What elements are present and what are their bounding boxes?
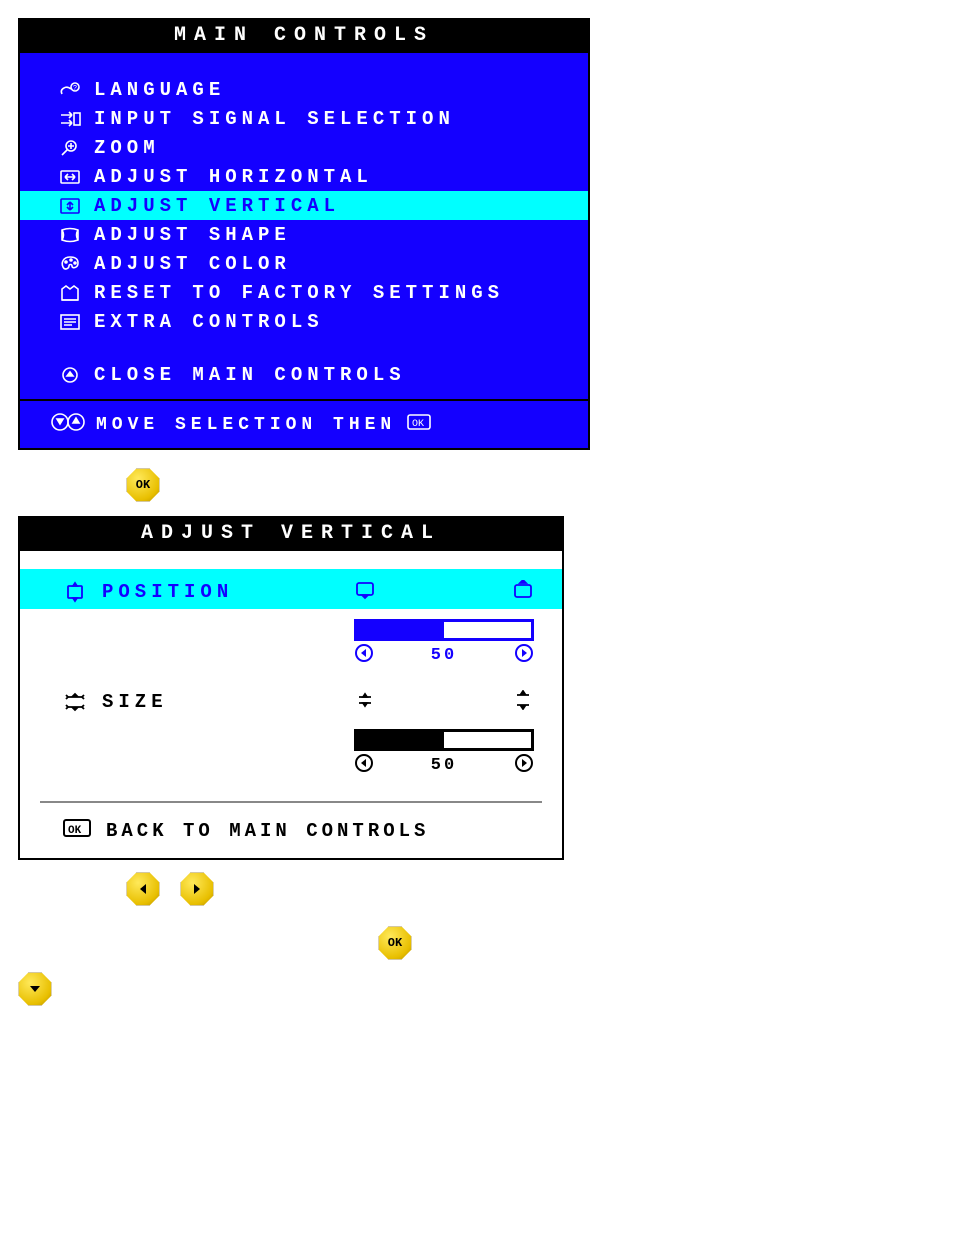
- size-icon: [62, 691, 102, 713]
- adjust-vertical-footer[interactable]: OK BACK TO MAIN CONTROLS: [20, 803, 562, 858]
- menu-item-adjust-vertical[interactable]: ADJUST VERTICAL: [20, 191, 588, 220]
- ok-button-label: OK: [136, 478, 150, 492]
- down-button[interactable]: [18, 972, 52, 1006]
- position-icon: [62, 581, 102, 603]
- extra-controls-icon: [58, 312, 94, 332]
- menu-item-reset-factory[interactable]: RESET TO FACTORY SETTINGS: [20, 278, 588, 307]
- position-down-icon: [354, 580, 376, 605]
- menu-label: ADJUST COLOR: [94, 253, 291, 275]
- right-button[interactable]: [180, 872, 214, 906]
- adjust-position-row[interactable]: POSITION: [20, 569, 562, 609]
- size-value: 50: [431, 756, 457, 775]
- menu-label: CLOSE MAIN CONTROLS: [94, 364, 406, 386]
- svg-text:?: ?: [73, 85, 77, 92]
- input-signal-icon: [58, 109, 94, 129]
- size-large-icon: [512, 690, 534, 715]
- ok-box-icon: OK: [62, 817, 92, 844]
- right-arrow-icon[interactable]: [514, 643, 534, 668]
- menu-item-zoom[interactable]: ZOOM: [20, 133, 588, 162]
- menu-item-close-main-controls[interactable]: CLOSE MAIN CONTROLS: [20, 360, 588, 389]
- main-controls-panel: MAIN CONTROLS ? LANGUAGE INPUT SIGNAL SE…: [18, 18, 590, 450]
- adjust-vertical-title: ADJUST VERTICAL: [20, 518, 562, 551]
- size-small-icon: [354, 690, 376, 715]
- ok-button-label: OK: [388, 936, 402, 950]
- close-icon: [58, 365, 94, 385]
- ok-button[interactable]: OK: [378, 926, 412, 960]
- svg-text:OK: OK: [68, 825, 82, 837]
- menu-label: RESET TO FACTORY SETTINGS: [94, 282, 504, 304]
- menu-label: ADJUST SHAPE: [94, 224, 291, 246]
- adjust-color-icon: [58, 254, 94, 274]
- left-arrow-icon[interactable]: [354, 643, 374, 668]
- menu-label: INPUT SIGNAL SELECTION: [94, 108, 455, 130]
- menu-item-adjust-shape[interactable]: ADJUST SHAPE: [20, 220, 588, 249]
- menu-item-language[interactable]: ? LANGUAGE: [20, 75, 588, 104]
- menu-label: ADJUST VERTICAL: [94, 195, 340, 217]
- footer-label: MOVE SELECTION THEN: [96, 415, 396, 435]
- position-value: 50: [431, 646, 457, 665]
- position-label: POSITION: [102, 581, 233, 603]
- menu-item-adjust-horizontal[interactable]: ADJUST HORIZONTAL: [20, 162, 588, 191]
- svg-text:OK: OK: [412, 419, 424, 430]
- up-down-icon: [50, 411, 86, 438]
- menu-item-adjust-color[interactable]: ADJUST COLOR: [20, 249, 588, 278]
- size-slider[interactable]: [354, 729, 534, 751]
- adjust-position-slider-row: 50: [20, 609, 562, 679]
- adjust-size-slider-row: 50: [20, 719, 562, 789]
- ok-icon: OK: [406, 412, 432, 437]
- menu-label: LANGUAGE: [94, 79, 225, 101]
- zoom-icon: [58, 138, 94, 158]
- menu-label: ZOOM: [94, 137, 160, 159]
- ok-button[interactable]: OK: [126, 468, 160, 502]
- language-icon: ?: [58, 80, 94, 100]
- left-arrow-icon[interactable]: [354, 753, 374, 778]
- position-up-icon: [512, 580, 534, 605]
- back-label: BACK TO MAIN CONTROLS: [106, 820, 429, 842]
- menu-label: EXTRA CONTROLS: [94, 311, 324, 333]
- adjust-shape-icon: [58, 225, 94, 245]
- menu-item-extra-controls[interactable]: EXTRA CONTROLS: [20, 307, 588, 336]
- reset-factory-icon: [58, 283, 94, 303]
- menu-item-input-signal[interactable]: INPUT SIGNAL SELECTION: [20, 104, 588, 133]
- main-controls-title: MAIN CONTROLS: [20, 20, 588, 53]
- left-button[interactable]: [126, 872, 160, 906]
- adjust-size-row[interactable]: SIZE: [20, 679, 562, 719]
- size-label: SIZE: [102, 691, 168, 713]
- adjust-vertical-panel: ADJUST VERTICAL POSITION: [18, 516, 564, 860]
- menu-label: ADJUST HORIZONTAL: [94, 166, 373, 188]
- adjust-vertical-icon: [58, 196, 94, 216]
- main-controls-footer: MOVE SELECTION THEN OK: [20, 401, 588, 448]
- right-arrow-icon[interactable]: [514, 753, 534, 778]
- adjust-horizontal-icon: [58, 167, 94, 187]
- position-slider[interactable]: [354, 619, 534, 641]
